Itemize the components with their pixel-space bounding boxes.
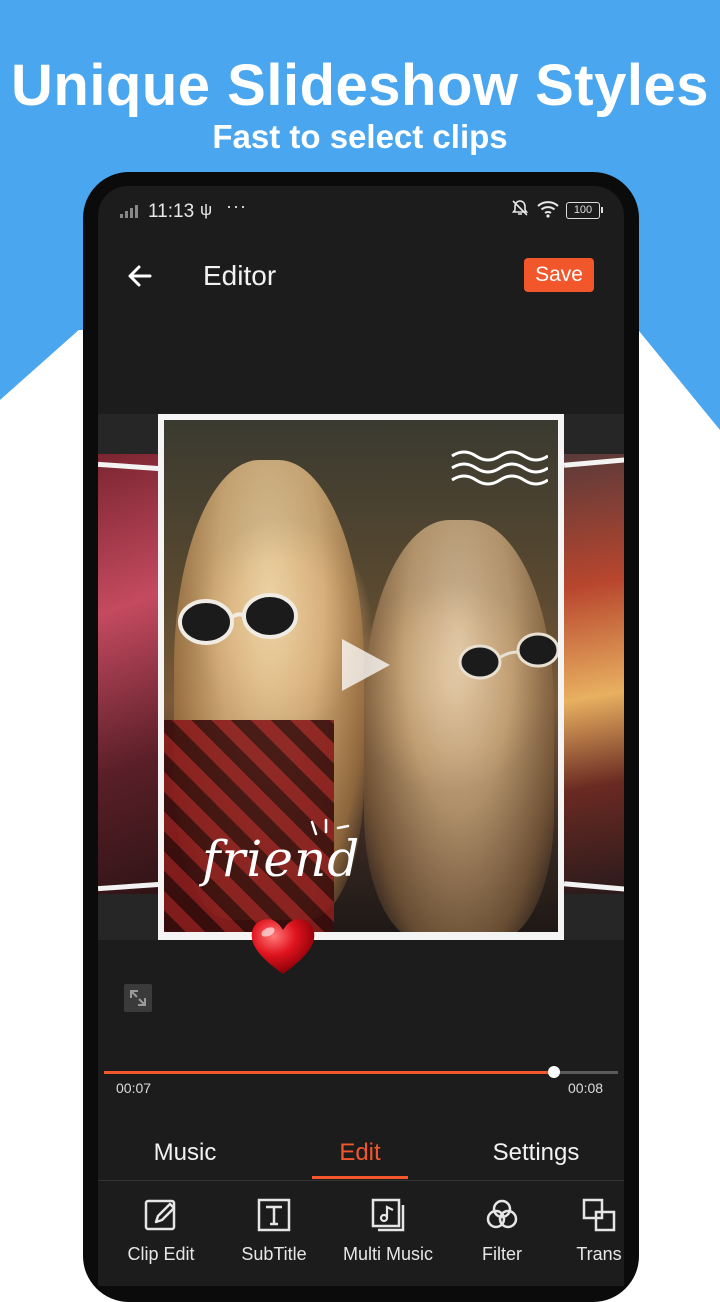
tool-label: SubTitle	[241, 1244, 307, 1264]
edit-toolbar: Clip Edit SubTitle Multi Music Filter Tr…	[98, 1196, 624, 1286]
edit-icon	[144, 1199, 176, 1231]
sunglasses-graphic	[458, 632, 558, 680]
tool-label: Filter	[482, 1244, 522, 1264]
back-arrow-icon[interactable]	[122, 258, 158, 294]
promo-headline: Unique Slideshow Styles	[11, 53, 709, 118]
tool-label: Multi Music	[342, 1244, 433, 1264]
total-time: 00:08	[568, 1080, 604, 1096]
slideshow-preview[interactable]: friend	[98, 414, 624, 974]
app-bar: Editor Save	[98, 246, 624, 306]
promo-background-wedge-left	[0, 320, 90, 400]
play-icon[interactable]	[334, 635, 394, 695]
subtitle-button[interactable]: SubTitle	[219, 1196, 329, 1265]
tab-label: Edit	[339, 1139, 381, 1166]
save-button[interactable]: Save	[524, 258, 594, 292]
phone-screen: 11:13 ψ ··· 100 Editor Save friend 00:07…	[98, 186, 624, 1286]
tab-edit[interactable]: Edit	[290, 1131, 430, 1179]
multi-music-button[interactable]: Multi Music	[333, 1196, 443, 1265]
text-icon	[257, 1198, 291, 1232]
sunglasses-graphic	[178, 593, 298, 645]
transition-button[interactable]: Trans	[544, 1196, 624, 1265]
promo-background-wedge-right	[630, 320, 720, 430]
battery-icon: 100	[566, 202, 603, 219]
current-clip-photo: friend	[164, 420, 558, 932]
tab-label: Settings	[492, 1139, 580, 1166]
overlay-text-friend: friend	[202, 830, 361, 888]
wifi-icon	[536, 200, 560, 224]
next-clip-thumbnail	[563, 454, 624, 894]
heart-sticker-icon	[251, 919, 315, 974]
fullscreen-expand-icon[interactable]	[124, 984, 152, 1012]
tab-label: Music	[153, 1139, 217, 1166]
tool-label: Clip Edit	[127, 1244, 195, 1264]
tab-music[interactable]: Music	[115, 1131, 255, 1179]
clip-edit-button[interactable]: Clip Edit	[106, 1196, 216, 1265]
filter-icon	[486, 1199, 518, 1229]
previous-clip-thumbnail	[98, 454, 161, 894]
status-time: 11:13	[148, 201, 195, 222]
tab-divider	[98, 1180, 624, 1181]
music-icon	[371, 1198, 405, 1232]
progress-thumb[interactable]	[547, 1066, 560, 1078]
wave-lines-decoration	[451, 450, 548, 486]
active-tab-indicator	[312, 1176, 408, 1179]
usb-icon: ψ	[200, 200, 213, 219]
tab-settings[interactable]: Settings	[466, 1131, 606, 1179]
editor-tabs: Music Edit Settings	[98, 1131, 624, 1181]
transition-icon	[582, 1198, 616, 1232]
filter-button[interactable]: Filter	[447, 1196, 557, 1265]
playback-progress-bar[interactable]	[104, 1066, 618, 1078]
tool-label: Trans	[576, 1244, 622, 1264]
more-notifications-icon: ···	[226, 196, 247, 216]
current-time: 00:07	[116, 1080, 152, 1096]
current-clip-frame: friend	[158, 414, 564, 940]
bell-muted-icon	[510, 198, 530, 224]
signal-icon	[120, 202, 142, 218]
status-bar: 11:13 ψ ··· 100	[98, 186, 624, 234]
promo-subline: Fast to select clips	[212, 118, 508, 155]
page-title: Editor	[203, 260, 277, 291]
